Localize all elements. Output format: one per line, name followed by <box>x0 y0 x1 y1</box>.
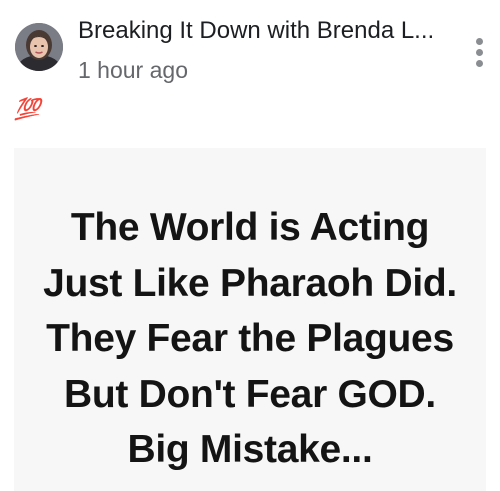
post-image[interactable]: The World is Acting Just Like Pharaoh Di… <box>14 148 486 491</box>
quote-line-5: Big Mistake... <box>127 428 373 471</box>
more-options-button[interactable] <box>466 32 492 72</box>
more-vertical-icon <box>476 38 483 45</box>
quote-line-2: Just Like Pharaoh Did. <box>43 261 457 305</box>
quote-line-3: They Fear the Plagues <box>46 317 454 360</box>
quote-line-4: But Don't Fear GOD. <box>64 372 436 416</box>
post-caption: 💯 <box>14 96 40 130</box>
avatar-photo <box>15 23 63 71</box>
author-avatar[interactable] <box>15 23 63 71</box>
quote-line-1: The World is Acting <box>70 206 430 249</box>
post-header: Breaking It Down with Brenda L... 1 hour… <box>0 0 500 92</box>
hundred-points-emoji: 💯 <box>14 97 40 121</box>
more-vertical-icon-dot-3 <box>476 60 483 67</box>
more-vertical-icon-dot-2 <box>476 49 483 56</box>
quote-text: The World is Acting Just Like Pharaoh Di… <box>14 200 486 478</box>
author-name[interactable]: Breaking It Down with Brenda L... <box>78 15 438 47</box>
post-timestamp[interactable]: 1 hour ago <box>78 55 188 85</box>
